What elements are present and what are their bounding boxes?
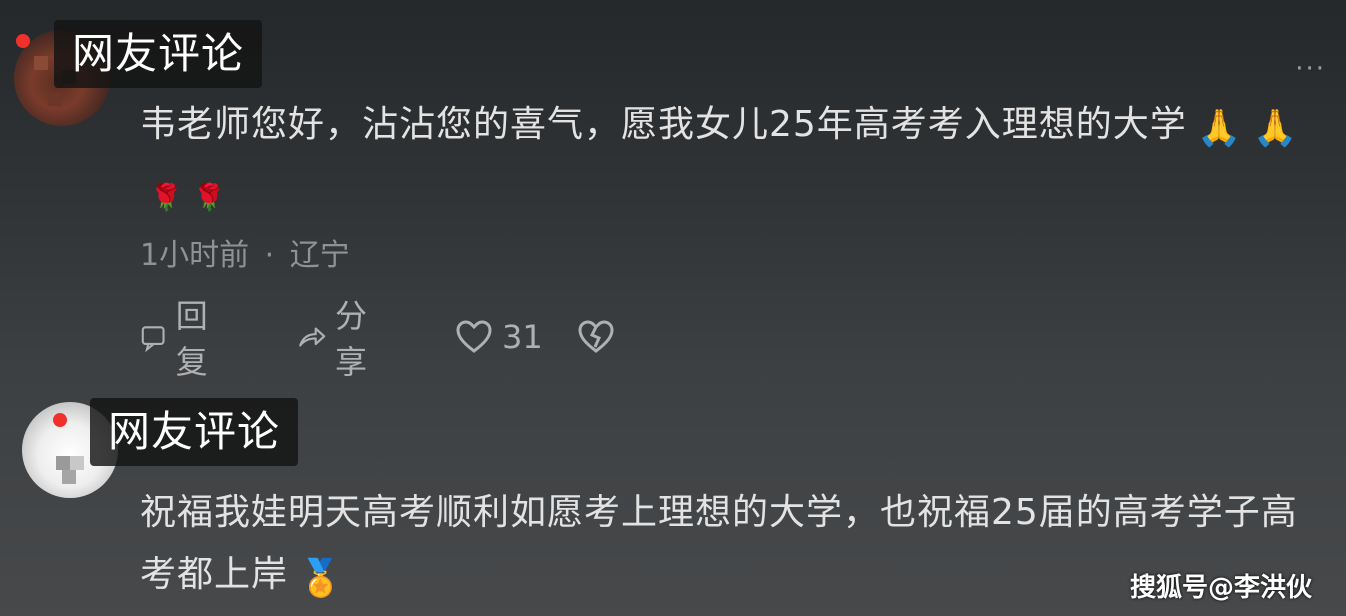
- comment-text: 韦老师您好，沾沾您的喜气，愿我女儿25年高考考入理想的大学 🙏 🙏🌹 🌹: [140, 94, 1320, 229]
- share-icon: [299, 327, 326, 347]
- comment-tag: 网友评论: [90, 398, 299, 466]
- comment-location: 辽宁: [289, 238, 350, 273]
- comment-meta: 1小时前 · 辽宁: [140, 236, 350, 276]
- heartbreak-icon: [578, 320, 614, 353]
- comment-tag: 网友评论: [54, 20, 263, 88]
- heart-icon: [456, 320, 492, 353]
- pray-emoji-icon: 🙏: [1196, 108, 1243, 149]
- comment-icon: [141, 326, 165, 353]
- share-label: 分享: [334, 297, 367, 381]
- rose-emoji-icon: 🌹: [193, 183, 227, 213]
- like-count: 31: [502, 318, 543, 356]
- share-button[interactable]: 分享: [296, 297, 380, 381]
- like-button[interactable]: 31: [454, 312, 543, 362]
- watermark: 搜狐号@李洪伙: [1129, 573, 1312, 603]
- red-dot-marker: [16, 34, 30, 48]
- medal-emoji-icon: 🏅: [298, 558, 344, 599]
- dislike-button[interactable]: [576, 312, 616, 362]
- more-options-icon[interactable]: ···: [1295, 54, 1326, 84]
- reply-label: 回复: [175, 297, 208, 381]
- pray-emoji-icon: 🙏: [1252, 108, 1299, 149]
- red-dot-marker: [53, 413, 67, 427]
- comment-time: 1小时前: [140, 238, 250, 273]
- rose-emoji-icon: 🌹: [150, 183, 184, 213]
- meta-separator: ·: [264, 238, 275, 273]
- reply-button[interactable]: 回复: [140, 297, 220, 381]
